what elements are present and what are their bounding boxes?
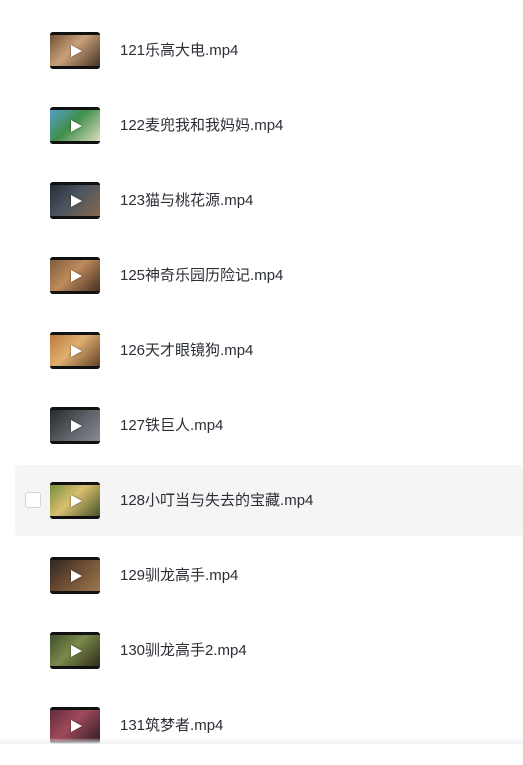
file-name[interactable]: 127铁巨人.mp4 [120,416,223,436]
thumbnail-letterbox [50,557,100,560]
thumbnail-letterbox [50,107,100,110]
video-thumbnail[interactable] [50,632,100,669]
thumbnail-letterbox [50,216,100,219]
thumbnail-letterbox [50,707,100,710]
video-thumbnail[interactable] [50,557,100,594]
file-row[interactable]: 123猫与桃花源.mp4 [0,165,523,240]
play-icon [71,194,82,207]
file-row[interactable]: 126天才眼镜狗.mp4 [0,315,523,390]
file-row[interactable]: 129驯龙高手.mp4 [0,540,523,615]
select-checkbox[interactable] [25,492,41,508]
thumbnail-letterbox [50,407,100,410]
file-row[interactable]: 122麦兜我和我妈妈.mp4 [0,90,523,165]
thumbnail-letterbox [50,32,100,35]
thumbnail-letterbox [50,182,100,185]
thumbnail-letterbox [50,516,100,519]
thumbnail-letterbox [50,632,100,635]
file-row[interactable]: 125神奇乐园历险记.mp4 [0,240,523,315]
video-thumbnail[interactable] [50,482,100,519]
video-thumbnail[interactable] [50,332,100,369]
thumbnail-letterbox [50,66,100,69]
play-icon [71,269,82,282]
scroll-fade [0,738,523,744]
file-row[interactable]: 121乐高大电.mp4 [0,15,523,90]
play-icon [71,719,82,732]
file-name[interactable]: 121乐高大电.mp4 [120,41,238,61]
thumbnail-letterbox [50,441,100,444]
play-icon [71,644,82,657]
file-row[interactable]: 127铁巨人.mp4 [0,390,523,465]
play-icon [71,569,82,582]
thumbnail-letterbox [50,666,100,669]
play-icon [71,119,82,132]
video-thumbnail[interactable] [50,32,100,69]
play-icon [71,344,82,357]
file-row[interactable]: 131筑梦者.mp4 [0,690,523,765]
video-thumbnail[interactable] [50,182,100,219]
file-name[interactable]: 123猫与桃花源.mp4 [120,191,253,211]
video-thumbnail[interactable] [50,107,100,144]
thumbnail-letterbox [50,482,100,485]
file-name[interactable]: 125神奇乐园历险记.mp4 [120,266,283,286]
video-thumbnail[interactable] [50,257,100,294]
thumbnail-letterbox [50,591,100,594]
thumbnail-letterbox [50,257,100,260]
thumbnail-letterbox [50,332,100,335]
video-thumbnail[interactable] [50,407,100,444]
file-name[interactable]: 122麦兜我和我妈妈.mp4 [120,116,283,136]
file-name[interactable]: 129驯龙高手.mp4 [120,566,238,586]
file-name[interactable]: 128小叮当与失去的宝藏.mp4 [120,491,313,511]
thumbnail-letterbox [50,141,100,144]
play-icon [71,494,82,507]
thumbnail-letterbox [50,291,100,294]
file-name[interactable]: 126天才眼镜狗.mp4 [120,341,253,361]
thumbnail-letterbox [50,366,100,369]
file-list: 121乐高大电.mp4 122麦兜我和我妈妈.mp4 123猫与桃花源.mp4 125… [0,15,523,765]
file-row[interactable]: 130驯龙高手2.mp4 [0,615,523,690]
file-name[interactable]: 130驯龙高手2.mp4 [120,641,247,661]
play-icon [71,44,82,57]
play-icon [71,419,82,432]
file-name[interactable]: 131筑梦者.mp4 [120,716,223,736]
file-row[interactable]: 128小叮当与失去的宝藏.mp4 [0,465,523,540]
